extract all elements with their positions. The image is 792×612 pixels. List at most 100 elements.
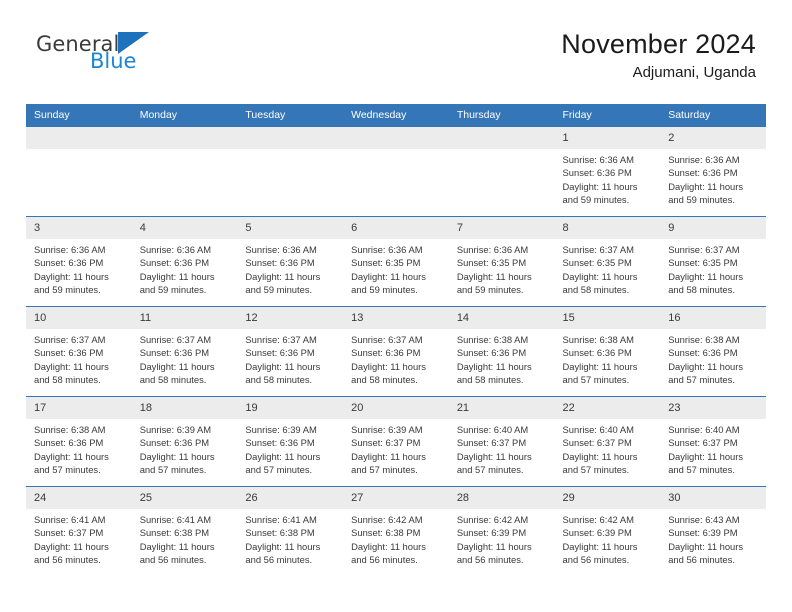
day-daylight-line: and 59 minutes. — [668, 193, 735, 205]
day-details: Sunrise: 6:37 AM Sunset: 6:35 PM Daylight:… — [555, 239, 661, 296]
day-sunrise-line: Sunrise: 6:40 AM — [668, 424, 740, 435]
day-details: Sunrise: 6:39 AM Sunset: 6:36 PM Daylight:… — [237, 419, 343, 476]
day-details: Sunrise: 6:36 AM Sunset: 6:36 PM Daylight:… — [660, 149, 766, 206]
day-number: 7 — [448, 217, 555, 239]
day-details: Sunrise: 6:42 AM Sunset: 6:38 PM Daylight:… — [343, 509, 449, 566]
day-daylight-line: Daylight: 11 hours — [139, 450, 215, 462]
day-details: Sunrise: 6:37 AM Sunset: 6:36 PM Daylight:… — [132, 329, 238, 386]
calendar-cell-day[interactable]: 13 Sunrise: 6:37 AM Sunset: 6:36 PM Dayligh… — [343, 306, 449, 397]
day-daylight-line: and 58 minutes. — [139, 373, 207, 385]
calendar-cell-day[interactable]: 20 Sunrise: 6:39 AM Sunset: 6:37 PM Dayligh… — [343, 396, 449, 487]
day-sunrise-line: Sunrise: 6:39 AM — [245, 424, 317, 435]
calendar-cell-day[interactable]: 6 Sunrise: 6:36 AM Sunset: 6:35 PM Daylight… — [343, 216, 449, 307]
day-daylight-line: Daylight: 11 hours — [668, 180, 744, 192]
day-sunset-line: Sunset: 6:35 PM — [351, 257, 421, 269]
day-sunrise-line: Sunrise: 6:42 AM — [562, 514, 634, 525]
day-number: 15 — [554, 307, 661, 329]
day-daylight-line: Daylight: 11 hours — [245, 540, 321, 552]
page-title: November 2024 — [561, 29, 756, 59]
weekday-header-saturday: Saturday — [660, 104, 766, 127]
day-sunset-line: Sunset: 6:36 PM — [139, 437, 210, 449]
day-daylight-line: and 59 minutes. — [456, 283, 524, 295]
calendar-cell-day[interactable]: 15 Sunrise: 6:38 AM Sunset: 6:36 PM Dayligh… — [554, 306, 661, 397]
calendar-cell-day[interactable]: 29 Sunrise: 6:42 AM Sunset: 6:39 PM Dayligh… — [554, 486, 661, 577]
calendar-cell-day[interactable]: 10 Sunrise: 6:37 AM Sunset: 6:36 PM Dayligh… — [26, 306, 132, 397]
day-daylight-line: and 56 minutes. — [668, 553, 735, 565]
day-number: 8 — [554, 217, 661, 239]
day-number: 5 — [237, 217, 344, 239]
calendar-cell-day[interactable]: 12 Sunrise: 6:37 AM Sunset: 6:36 PM Dayligh… — [237, 306, 344, 397]
calendar-cell-day[interactable]: 18 Sunrise: 6:39 AM Sunset: 6:36 PM Dayligh… — [131, 396, 238, 487]
day-details: Sunrise: 6:36 AM Sunset: 6:36 PM Daylight:… — [237, 239, 343, 296]
calendar-cell-day[interactable]: 17 Sunrise: 6:38 AM Sunset: 6:36 PM Dayligh… — [26, 396, 132, 487]
day-sunrise-line: Sunrise: 6:36 AM — [351, 244, 423, 255]
day-daylight-line: and 57 minutes. — [668, 373, 735, 385]
day-details: Sunrise: 6:43 AM Sunset: 6:39 PM Daylight:… — [660, 509, 766, 566]
calendar-cell-day[interactable]: 16 Sunrise: 6:38 AM Sunset: 6:36 PM Dayligh… — [660, 306, 766, 397]
brand-logo[interactable]: General Blue — [36, 32, 226, 88]
calendar-cell-day[interactable]: 27 Sunrise: 6:42 AM Sunset: 6:38 PM Dayligh… — [343, 486, 449, 577]
calendar-cell-day[interactable]: 26 Sunrise: 6:41 AM Sunset: 6:38 PM Dayligh… — [237, 486, 344, 577]
day-details: Sunrise: 6:38 AM Sunset: 6:36 PM Daylight:… — [26, 419, 132, 476]
day-sunrise-line: Sunrise: 6:42 AM — [456, 514, 529, 525]
calendar-cell-empty — [237, 126, 344, 217]
calendar-cell-day[interactable]: 19 Sunrise: 6:39 AM Sunset: 6:36 PM Dayligh… — [237, 396, 344, 487]
day-daylight-line: Daylight: 11 hours — [34, 450, 109, 462]
day-details: Sunrise: 6:37 AM Sunset: 6:35 PM Daylight:… — [660, 239, 766, 296]
day-daylight-line: Daylight: 11 hours — [34, 360, 109, 372]
day-sunrise-line: Sunrise: 6:41 AM — [245, 514, 317, 525]
calendar-cell-day[interactable]: 28 Sunrise: 6:42 AM Sunset: 6:39 PM Dayligh… — [448, 486, 555, 577]
day-sunrise-line: Sunrise: 6:39 AM — [351, 424, 423, 435]
day-number — [448, 127, 555, 149]
day-sunset-line: Sunset: 6:36 PM — [351, 347, 421, 359]
calendar-cell-day[interactable]: 1 Sunrise: 6:36 AM Sunset: 6:36 PM Daylight… — [554, 126, 661, 217]
calendar-week-row: 17 Sunrise: 6:38 AM Sunset: 6:36 PM Dayligh… — [26, 396, 766, 487]
day-sunset-line: Sunset: 6:36 PM — [668, 167, 738, 179]
calendar-cell-day[interactable]: 2 Sunrise: 6:36 AM Sunset: 6:36 PM Daylight… — [660, 126, 766, 217]
day-sunrise-line: Sunrise: 6:36 AM — [562, 154, 634, 165]
day-number: 28 — [448, 487, 555, 509]
day-sunrise-line: Sunrise: 6:41 AM — [139, 514, 212, 525]
day-sunset-line: Sunset: 6:36 PM — [562, 347, 632, 359]
day-sunrise-line: Sunrise: 6:37 AM — [562, 244, 634, 255]
day-daylight-line: and 56 minutes. — [562, 553, 630, 565]
day-sunrise-line: Sunrise: 6:36 AM — [34, 244, 106, 255]
day-sunset-line: Sunset: 6:37 PM — [34, 527, 104, 539]
calendar-week-row: 24 Sunrise: 6:41 AM Sunset: 6:37 PM Dayligh… — [26, 486, 766, 577]
day-sunset-line: Sunset: 6:37 PM — [562, 437, 632, 449]
day-daylight-line: Daylight: 11 hours — [562, 270, 638, 282]
day-details: Sunrise: 6:36 AM Sunset: 6:36 PM Daylight:… — [26, 239, 132, 296]
day-details: Sunrise: 6:36 AM Sunset: 6:36 PM Daylight:… — [555, 149, 661, 206]
day-number: 20 — [343, 397, 449, 419]
day-details: Sunrise: 6:37 AM Sunset: 6:36 PM Daylight:… — [343, 329, 449, 386]
calendar-cell-day[interactable]: 11 Sunrise: 6:37 AM Sunset: 6:36 PM Dayligh… — [131, 306, 238, 397]
day-daylight-line: and 58 minutes. — [34, 373, 101, 385]
day-daylight-line: Daylight: 11 hours — [562, 360, 638, 372]
calendar-cell-day[interactable]: 25 Sunrise: 6:41 AM Sunset: 6:38 PM Dayligh… — [131, 486, 238, 577]
calendar-cell-day[interactable]: 9 Sunrise: 6:37 AM Sunset: 6:35 PM Daylight… — [660, 216, 766, 307]
calendar-cell-day[interactable]: 7 Sunrise: 6:36 AM Sunset: 6:35 PM Daylight… — [448, 216, 555, 307]
day-sunset-line: Sunset: 6:39 PM — [562, 527, 632, 539]
calendar-week-row: 10 Sunrise: 6:37 AM Sunset: 6:36 PM Dayligh… — [26, 306, 766, 397]
day-details: Sunrise: 6:36 AM Sunset: 6:35 PM Daylight:… — [343, 239, 449, 296]
calendar-grid: Sunday Monday Tuesday Wednesday Thursday… — [26, 104, 766, 577]
calendar-cell-day[interactable]: 24 Sunrise: 6:41 AM Sunset: 6:37 PM Dayligh… — [26, 486, 132, 577]
day-sunset-line: Sunset: 6:36 PM — [139, 347, 210, 359]
day-daylight-line: and 59 minutes. — [245, 283, 313, 295]
day-daylight-line: Daylight: 11 hours — [668, 540, 744, 552]
calendar-cell-day[interactable]: 3 Sunrise: 6:36 AM Sunset: 6:36 PM Daylight… — [26, 216, 132, 307]
day-details: Sunrise: 6:40 AM Sunset: 6:37 PM Daylight:… — [660, 419, 766, 476]
calendar-cell-day[interactable]: 5 Sunrise: 6:36 AM Sunset: 6:36 PM Daylight… — [237, 216, 344, 307]
calendar-cell-day[interactable]: 8 Sunrise: 6:37 AM Sunset: 6:35 PM Daylight… — [554, 216, 661, 307]
day-number: 18 — [131, 397, 238, 419]
calendar-cell-day[interactable]: 23 Sunrise: 6:40 AM Sunset: 6:37 PM Dayligh… — [660, 396, 766, 487]
day-daylight-line: and 58 minutes. — [668, 283, 735, 295]
calendar-cell-day[interactable]: 14 Sunrise: 6:38 AM Sunset: 6:36 PM Dayligh… — [448, 306, 555, 397]
calendar-cell-day[interactable]: 4 Sunrise: 6:36 AM Sunset: 6:36 PM Daylight… — [131, 216, 238, 307]
calendar-cell-day[interactable]: 30 Sunrise: 6:43 AM Sunset: 6:39 PM Dayligh… — [660, 486, 766, 577]
calendar-cell-day[interactable]: 22 Sunrise: 6:40 AM Sunset: 6:37 PM Dayligh… — [554, 396, 661, 487]
day-daylight-line: and 59 minutes. — [34, 283, 101, 295]
calendar-cell-day[interactable]: 21 Sunrise: 6:40 AM Sunset: 6:37 PM Dayligh… — [448, 396, 555, 487]
day-daylight-line: and 57 minutes. — [245, 463, 313, 475]
day-number: 13 — [343, 307, 449, 329]
